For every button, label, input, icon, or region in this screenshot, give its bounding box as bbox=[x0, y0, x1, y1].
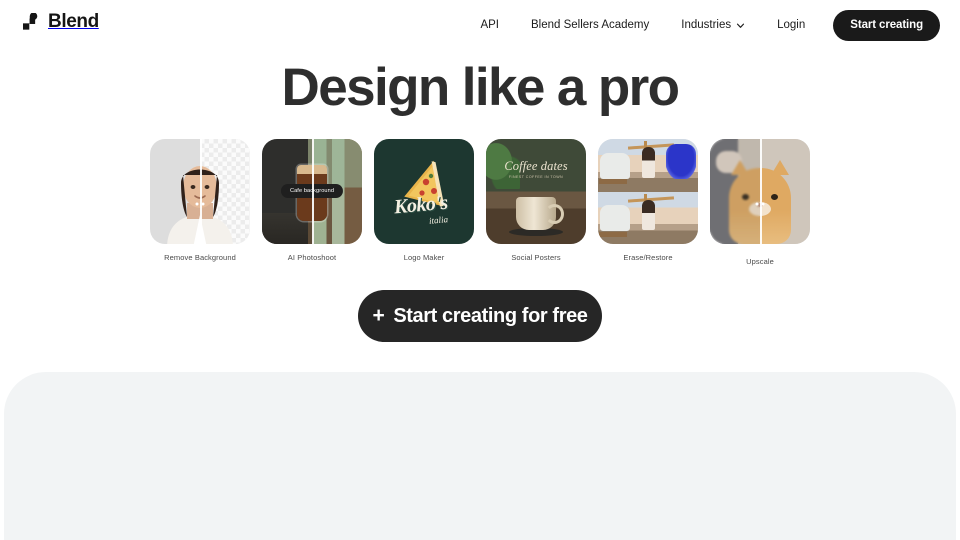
trailer bbox=[600, 205, 630, 232]
scene-with-object bbox=[598, 139, 698, 192]
logo-content: Koko's italia bbox=[374, 139, 474, 244]
tool-card-remove-background[interactable]: Remove Background bbox=[150, 139, 250, 266]
coffee-cup bbox=[516, 197, 564, 230]
tool-thumbnail-ai-photoshoot[interactable]: Cafe background bbox=[262, 139, 362, 244]
before-image bbox=[598, 139, 698, 192]
main-nav: API Blend Sellers Academy Industries Log… bbox=[464, 9, 940, 41]
person bbox=[642, 147, 655, 178]
blue-object bbox=[666, 144, 696, 179]
scene-object-erased bbox=[598, 191, 698, 244]
bench bbox=[599, 231, 627, 237]
slider-handle-icon[interactable] bbox=[755, 202, 765, 206]
tool-label-social-posters: Social Posters bbox=[511, 253, 561, 262]
tool-thumbnail-upscale[interactable] bbox=[710, 139, 810, 244]
tool-card-erase-restore[interactable]: Erase/Restore bbox=[598, 139, 698, 266]
chevron-down-icon bbox=[737, 23, 745, 28]
tool-thumbnail-logo-maker[interactable]: Koko's italia bbox=[374, 139, 474, 244]
cat-ear-right bbox=[771, 160, 789, 175]
landing-page: Blend API Blend Sellers Academy Industri… bbox=[0, 0, 960, 540]
brand-logo[interactable]: Blend bbox=[22, 12, 99, 31]
section-panel bbox=[4, 372, 956, 540]
tool-label-ai-photoshoot: AI Photoshoot bbox=[287, 253, 337, 262]
nav-item-industries-label: Industries bbox=[681, 19, 732, 31]
cat-eye-right bbox=[771, 194, 778, 200]
tool-label-logo-maker: Logo Maker bbox=[403, 253, 445, 262]
nav-item-login[interactable]: Login bbox=[761, 9, 821, 41]
tool-label-upscale: Upscale bbox=[746, 257, 774, 266]
tool-thumbnail-social-posters[interactable]: Coffee dates FINEST COFFEE IN TOWN bbox=[486, 139, 586, 244]
trailer bbox=[600, 152, 630, 179]
tool-thumbnail-remove-background[interactable] bbox=[150, 139, 250, 244]
low-resolution-half bbox=[710, 139, 760, 244]
poster-title: Coffee dates bbox=[504, 159, 568, 173]
nav-item-industries[interactable]: Industries bbox=[665, 9, 761, 41]
brand-name: Blend bbox=[48, 11, 99, 32]
cta-label: Start creating for free bbox=[393, 304, 588, 327]
plus-icon: + bbox=[372, 303, 385, 327]
tool-card-upscale[interactable]: Upscale bbox=[710, 139, 810, 266]
tool-card-row: Remove Background Cafe background AI Pho… bbox=[150, 139, 810, 266]
nav-item-blend-sellers-academy-label: Blend Sellers Academy bbox=[531, 19, 650, 31]
tool-thumbnail-erase-restore[interactable] bbox=[598, 139, 698, 244]
header-start-creating-button[interactable]: Start creating bbox=[833, 9, 940, 41]
nav-item-blend-sellers-academy[interactable]: Blend Sellers Academy bbox=[515, 9, 665, 41]
poster-tagline: FINEST COFFEE IN TOWN bbox=[508, 175, 564, 179]
tool-card-social-posters[interactable]: Coffee dates FINEST COFFEE IN TOWN Socia… bbox=[486, 139, 586, 266]
tool-card-ai-photoshoot[interactable]: Cafe background AI Photoshoot bbox=[262, 139, 362, 266]
nav-item-api[interactable]: API bbox=[464, 9, 515, 41]
before-after-divider bbox=[200, 139, 202, 244]
tool-card-logo-maker[interactable]: Koko's italia Logo Maker bbox=[374, 139, 474, 266]
tool-label-erase-restore: Erase/Restore bbox=[623, 253, 673, 262]
person bbox=[642, 199, 655, 231]
tool-label-remove-background: Remove Background bbox=[164, 253, 236, 262]
logo-subtext: italia bbox=[429, 214, 449, 226]
start-creating-for-free-button[interactable]: + Start creating for free bbox=[358, 290, 602, 342]
nav-item-api-label: API bbox=[480, 19, 499, 31]
bench bbox=[599, 179, 627, 185]
nav-item-login-label: Login bbox=[777, 19, 806, 31]
after-image bbox=[598, 191, 698, 244]
before-after-divider bbox=[312, 139, 314, 244]
before-after-divider bbox=[760, 139, 762, 244]
site-header: Blend API Blend Sellers Academy Industri… bbox=[0, 0, 960, 50]
slider-handle-icon[interactable] bbox=[195, 202, 205, 206]
page-title: Design like a pro bbox=[281, 58, 681, 117]
blend-logo-icon bbox=[23, 12, 38, 30]
